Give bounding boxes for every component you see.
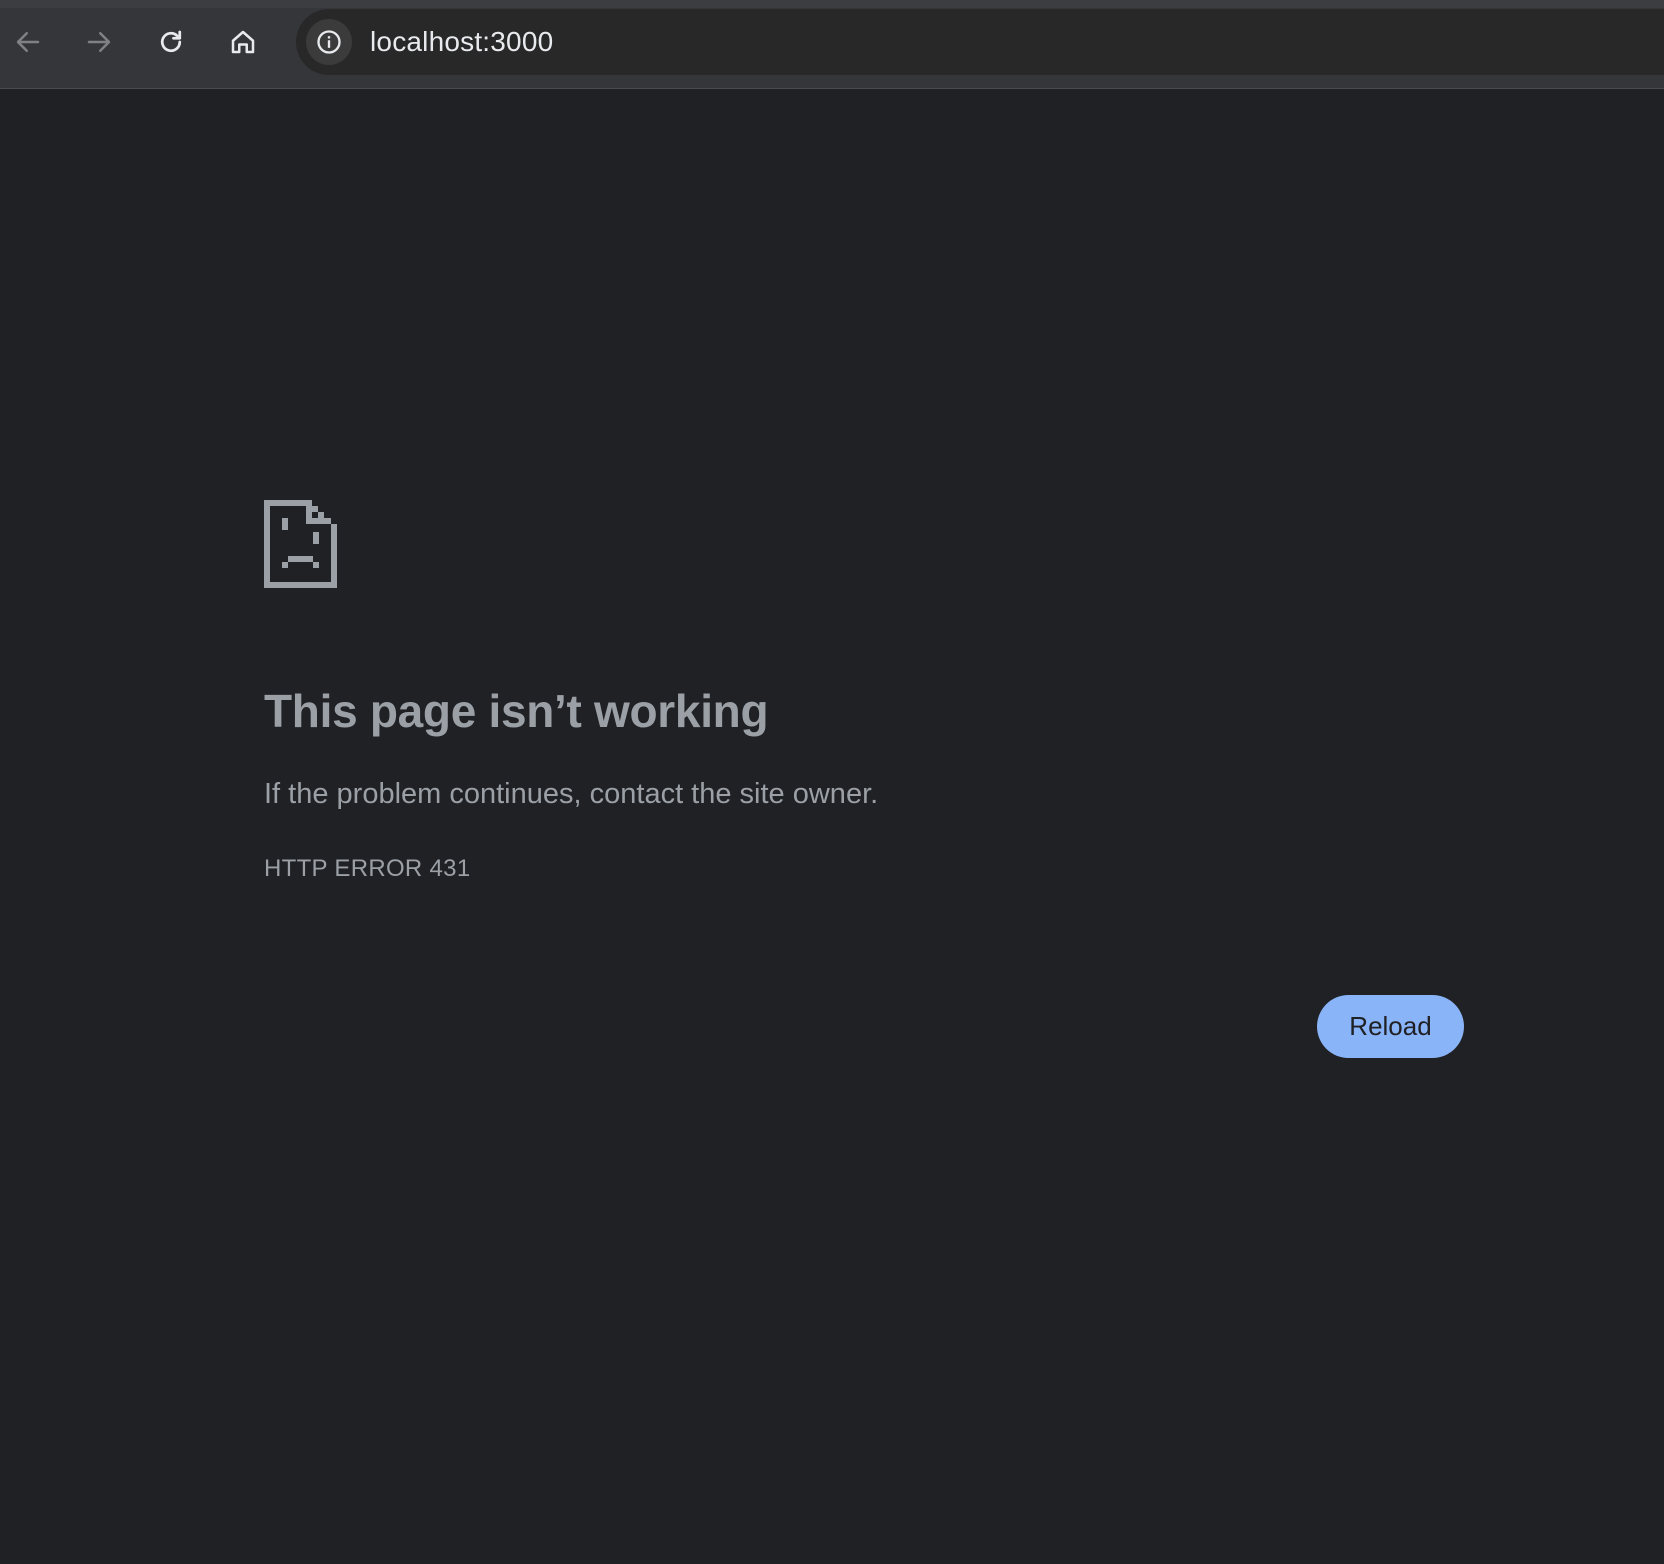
home-button[interactable]	[221, 20, 265, 64]
home-icon	[231, 30, 255, 54]
reload-icon	[160, 30, 182, 53]
address-bar[interactable]: localhost:3000	[296, 9, 1664, 75]
error-heading: This page isn’t working	[264, 685, 769, 737]
reload-nav-button[interactable]	[149, 20, 193, 64]
info-icon	[317, 30, 341, 54]
arrow-left-icon	[16, 32, 40, 52]
reload-button[interactable]: Reload	[1317, 995, 1464, 1058]
error-description: If the problem continues, contact the si…	[264, 778, 879, 810]
sad-page-icon	[264, 500, 337, 588]
error-code: HTTP ERROR 431	[264, 855, 471, 882]
url-text[interactable]: localhost:3000	[370, 9, 553, 75]
site-info-button[interactable]	[306, 19, 352, 65]
browser-toolbar: localhost:3000	[0, 0, 1664, 89]
arrow-right-icon	[87, 32, 111, 52]
forward-button[interactable]	[77, 20, 121, 64]
back-button[interactable]	[6, 20, 50, 64]
